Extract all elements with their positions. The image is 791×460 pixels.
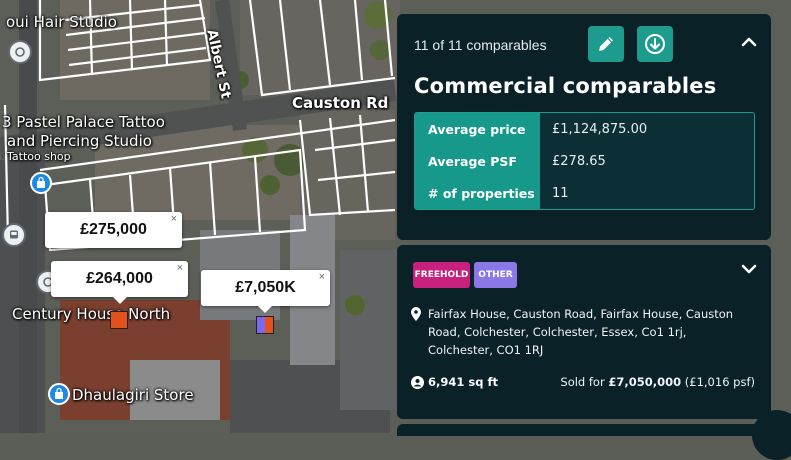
price-tag-popup[interactable]: £7,050K ×: [201, 270, 330, 306]
map-label-tattoo-studio-line2[interactable]: and Piercing Studio: [7, 132, 152, 150]
close-icon[interactable]: ×: [177, 262, 183, 274]
bus-icon: [10, 230, 18, 239]
stat-value: 11: [540, 177, 754, 209]
map-label-tattoo-shop: Tattoo shop: [7, 150, 71, 163]
location-pin-icon: [411, 307, 421, 321]
price-tag-value: £275,000: [80, 221, 147, 238]
price-tag-popup[interactable]: £275,000 ×: [45, 212, 182, 248]
map-label-causton-rd: Causton Rd: [292, 94, 389, 112]
shopping-bag-icon: [55, 387, 63, 399]
stat-value: £278.65: [540, 145, 754, 177]
price-tag-pointer: [113, 297, 127, 304]
type-badge: OTHER: [474, 262, 517, 288]
sold-psf: (£1,016 psf): [684, 375, 755, 389]
stat-label: Average PSF: [415, 145, 540, 177]
download-icon: [645, 34, 665, 54]
marker-half-purple: [257, 317, 265, 333]
stat-row-average-price: Average price £1,124,875.00: [415, 113, 754, 145]
property-marker-multi[interactable]: [256, 316, 274, 334]
bus-stop-icon[interactable]: [2, 223, 26, 247]
map-label-tattoo-studio[interactable]: 3 Pastel Palace Tattoo: [2, 113, 165, 131]
property-card[interactable]: FREEHOLD OTHER Fairfax House, Causton Ro…: [397, 245, 771, 419]
stat-label: # of properties: [415, 177, 540, 209]
shop-pin-icon[interactable]: [48, 383, 70, 405]
close-icon[interactable]: ×: [171, 213, 177, 225]
map-label-century-house[interactable]: Century House North: [12, 305, 170, 323]
close-icon[interactable]: ×: [319, 271, 325, 283]
circle-icon: [15, 47, 25, 57]
place-pin-icon[interactable]: [8, 40, 32, 64]
shopping-bag-icon: [37, 176, 45, 188]
sold-info: Sold for £7,050,000 (£1,016 psf): [560, 375, 755, 389]
chevron-up-icon[interactable]: [739, 32, 759, 52]
download-button[interactable]: [637, 26, 673, 62]
stat-row-average-psf: Average PSF £278.65: [415, 145, 754, 177]
property-marker[interactable]: [110, 311, 128, 329]
sold-prefix: Sold for: [560, 375, 605, 389]
stats-table: Average price £1,124,875.00 Average PSF …: [414, 112, 755, 210]
tenure-badge: FREEHOLD: [413, 262, 470, 288]
map-label-dhaulagiri-store[interactable]: Dhaulagiri Store: [72, 386, 194, 404]
area-icon: [411, 376, 424, 389]
shop-pin-icon[interactable]: [30, 172, 52, 194]
stat-label: Average price: [415, 113, 540, 145]
property-address: Fairfax House, Causton Road, Fairfax Hou…: [428, 307, 734, 357]
floating-action-button[interactable]: [752, 410, 791, 460]
price-tag-popup[interactable]: £264,000 ×: [51, 261, 188, 297]
price-tag-pointer: [258, 306, 272, 313]
price-tag-value: £7,050K: [235, 279, 296, 296]
edit-button[interactable]: [588, 26, 624, 62]
comparables-summary-panel: 11 of 11 comparables Commercial comparab…: [397, 14, 771, 240]
next-property-card[interactable]: [397, 424, 771, 436]
map-label-hair-studio[interactable]: oui Hair Studio: [6, 13, 117, 31]
marker-half-orange: [265, 317, 273, 333]
sold-price: £7,050,000: [608, 375, 682, 389]
panel-title: Commercial comparables: [414, 74, 717, 98]
comparables-count: 11 of 11 comparables: [414, 37, 547, 53]
property-area: 6,941 sq ft: [428, 375, 498, 389]
price-tag-value: £264,000: [86, 270, 153, 287]
stat-row-property-count: # of properties 11: [415, 177, 754, 209]
stat-value: £1,124,875.00: [540, 113, 754, 145]
pencil-icon: [599, 37, 613, 51]
chevron-down-icon[interactable]: [739, 259, 759, 279]
